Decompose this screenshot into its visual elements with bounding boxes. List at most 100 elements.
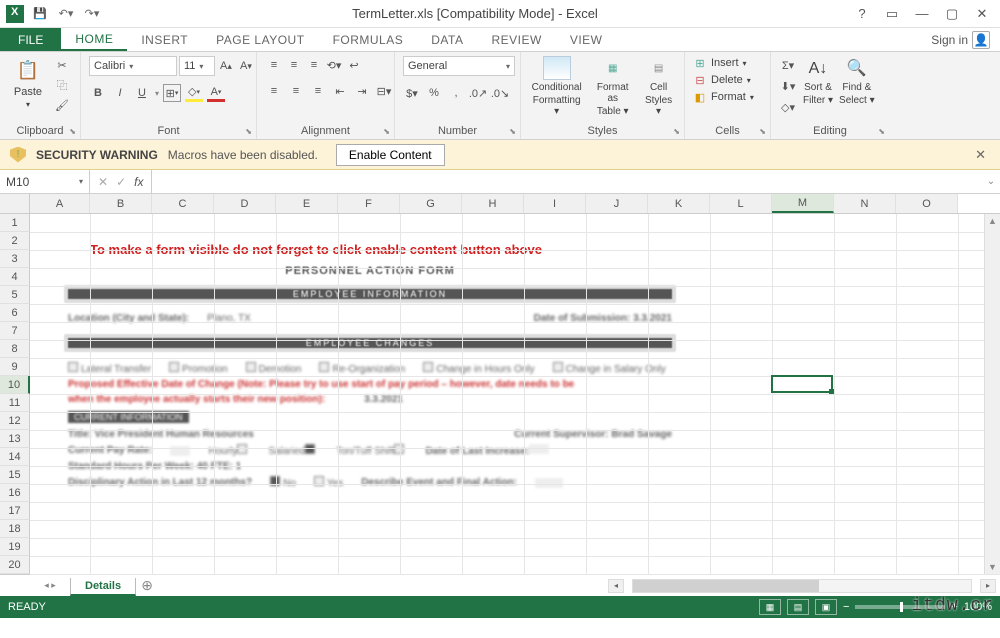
enable-content-button[interactable]: Enable Content	[336, 144, 445, 166]
enter-formula-icon[interactable]: ✓	[116, 175, 126, 189]
view-page-layout-icon[interactable]: ▤	[787, 599, 809, 615]
column-header[interactable]: K	[648, 194, 710, 213]
fx-icon[interactable]: fx	[134, 175, 143, 189]
align-top-icon[interactable]: ≡	[265, 56, 283, 74]
row-header[interactable]: 18	[0, 520, 30, 538]
paste-button[interactable]: 📋 Paste ▾	[8, 56, 48, 109]
view-normal-icon[interactable]: ▦	[759, 599, 781, 615]
increase-decimal-icon[interactable]: .0↗	[469, 84, 487, 102]
tab-view[interactable]: VIEW	[556, 28, 617, 51]
column-header[interactable]: E	[276, 194, 338, 213]
row-header[interactable]: 15	[0, 466, 30, 484]
tab-home[interactable]: HOME	[61, 28, 127, 51]
view-page-break-icon[interactable]: ▣	[815, 599, 837, 615]
cells-area[interactable]: To make a form visible do not forget to …	[30, 214, 1000, 574]
cancel-formula-icon[interactable]: ✕	[98, 175, 108, 189]
hscroll-right-icon[interactable]: ▸	[980, 579, 996, 593]
row-header[interactable]: 9	[0, 358, 30, 376]
maximize-icon[interactable]: ▢	[938, 4, 966, 24]
row-header[interactable]: 6	[0, 304, 30, 322]
selected-cell[interactable]	[771, 375, 833, 393]
row-header[interactable]: 7	[0, 322, 30, 340]
column-header[interactable]: H	[462, 194, 524, 213]
close-icon[interactable]: ✕	[968, 4, 996, 24]
tab-data[interactable]: DATA	[417, 28, 477, 51]
grow-font-icon[interactable]: A▴	[217, 57, 235, 75]
column-header[interactable]: J	[586, 194, 648, 213]
column-header[interactable]: B	[90, 194, 152, 213]
sheet-nav-buttons[interactable]: ◂ ▸	[30, 575, 70, 596]
zoom-out-icon[interactable]: −	[843, 601, 849, 613]
new-sheet-button[interactable]: ⊕	[136, 575, 158, 596]
font-color-button[interactable]: A▾	[207, 84, 225, 102]
hscroll-left-icon[interactable]: ◂	[608, 579, 624, 593]
row-header[interactable]: 16	[0, 484, 30, 502]
column-header[interactable]: A	[30, 194, 90, 213]
formula-input[interactable]	[152, 170, 982, 193]
column-header[interactable]: N	[834, 194, 896, 213]
find-select-button[interactable]: 🔍 Find & Select ▾	[839, 56, 875, 106]
border-button[interactable]: ⊞▾	[163, 84, 181, 102]
currency-icon[interactable]: $▾	[403, 84, 421, 102]
font-name-select[interactable]: Calibri▾	[89, 56, 177, 76]
orientation-icon[interactable]: ⟲▾	[325, 56, 343, 74]
row-header[interactable]: 14	[0, 448, 30, 466]
autosum-icon[interactable]: Σ▾	[779, 56, 797, 74]
column-header[interactable]: C	[152, 194, 214, 213]
format-cells-button[interactable]: ◧Format▾	[693, 90, 754, 104]
sort-filter-button[interactable]: A↓ Sort & Filter ▾	[803, 56, 833, 106]
insert-cells-button[interactable]: ⊞Insert▾	[693, 56, 747, 70]
format-as-table-button[interactable]: ▦ Format as Table ▾	[590, 56, 635, 117]
row-header[interactable]: 3	[0, 250, 30, 268]
sheet-tab-details[interactable]: Details	[70, 578, 136, 596]
row-header[interactable]: 1	[0, 214, 30, 232]
security-close-icon[interactable]: ✕	[971, 147, 990, 163]
align-bottom-icon[interactable]: ≡	[305, 56, 323, 74]
align-middle-icon[interactable]: ≡	[285, 56, 303, 74]
bold-button[interactable]: B	[89, 84, 107, 102]
tab-insert[interactable]: INSERT	[127, 28, 202, 51]
merge-center-icon[interactable]: ⊟▾	[375, 82, 393, 100]
tab-review[interactable]: REVIEW	[477, 28, 555, 51]
row-header[interactable]: 20	[0, 556, 30, 574]
row-header[interactable]: 11	[0, 394, 30, 412]
comma-icon[interactable]: ,	[447, 84, 465, 102]
increase-indent-icon[interactable]: ⇥	[353, 82, 371, 100]
shrink-font-icon[interactable]: A▾	[237, 57, 255, 75]
copy-icon[interactable]: ⿻	[52, 76, 72, 94]
conditional-formatting-button[interactable]: Conditional Formatting ▾	[529, 56, 584, 117]
wrap-text-icon[interactable]: ↩	[345, 56, 363, 74]
tab-page-layout[interactable]: PAGE LAYOUT	[202, 28, 318, 51]
row-header[interactable]: 5	[0, 286, 30, 304]
align-right-icon[interactable]: ≡	[309, 82, 327, 100]
row-header[interactable]: 4	[0, 268, 30, 286]
decrease-decimal-icon[interactable]: .0↘	[491, 84, 509, 102]
column-header[interactable]: G	[400, 194, 462, 213]
minimize-icon[interactable]: —	[908, 4, 936, 24]
font-size-select[interactable]: 11▾	[179, 56, 215, 76]
qat-redo-icon[interactable]: ↷▾	[82, 4, 102, 24]
tab-formulas[interactable]: FORMULAS	[319, 28, 418, 51]
tab-file[interactable]: FILE	[0, 28, 61, 51]
percent-icon[interactable]: %	[425, 84, 443, 102]
zoom-slider[interactable]	[855, 605, 945, 609]
sign-in-link[interactable]: Sign in 👤	[921, 28, 1000, 51]
underline-button[interactable]: U	[133, 84, 151, 102]
align-center-icon[interactable]: ≡	[287, 82, 305, 100]
align-left-icon[interactable]: ≡	[265, 82, 283, 100]
format-painter-icon[interactable]: 🖌	[52, 96, 72, 114]
row-header[interactable]: 8	[0, 340, 30, 358]
italic-button[interactable]: I	[111, 84, 129, 102]
row-header[interactable]: 17	[0, 502, 30, 520]
qat-save-icon[interactable]: 💾	[30, 4, 50, 24]
cut-icon[interactable]: ✂	[52, 56, 72, 74]
clear-icon[interactable]: ◇▾	[779, 98, 797, 116]
select-all-corner[interactable]	[0, 194, 30, 213]
column-header[interactable]: I	[524, 194, 586, 213]
row-header[interactable]: 13	[0, 430, 30, 448]
column-header[interactable]: F	[338, 194, 400, 213]
expand-formula-bar-icon[interactable]: ⌄	[982, 170, 1000, 193]
delete-cells-button[interactable]: ⊟Delete▾	[693, 73, 751, 87]
row-header[interactable]: 10	[0, 376, 30, 394]
vertical-scrollbar[interactable]: ▲▼	[984, 214, 1000, 574]
